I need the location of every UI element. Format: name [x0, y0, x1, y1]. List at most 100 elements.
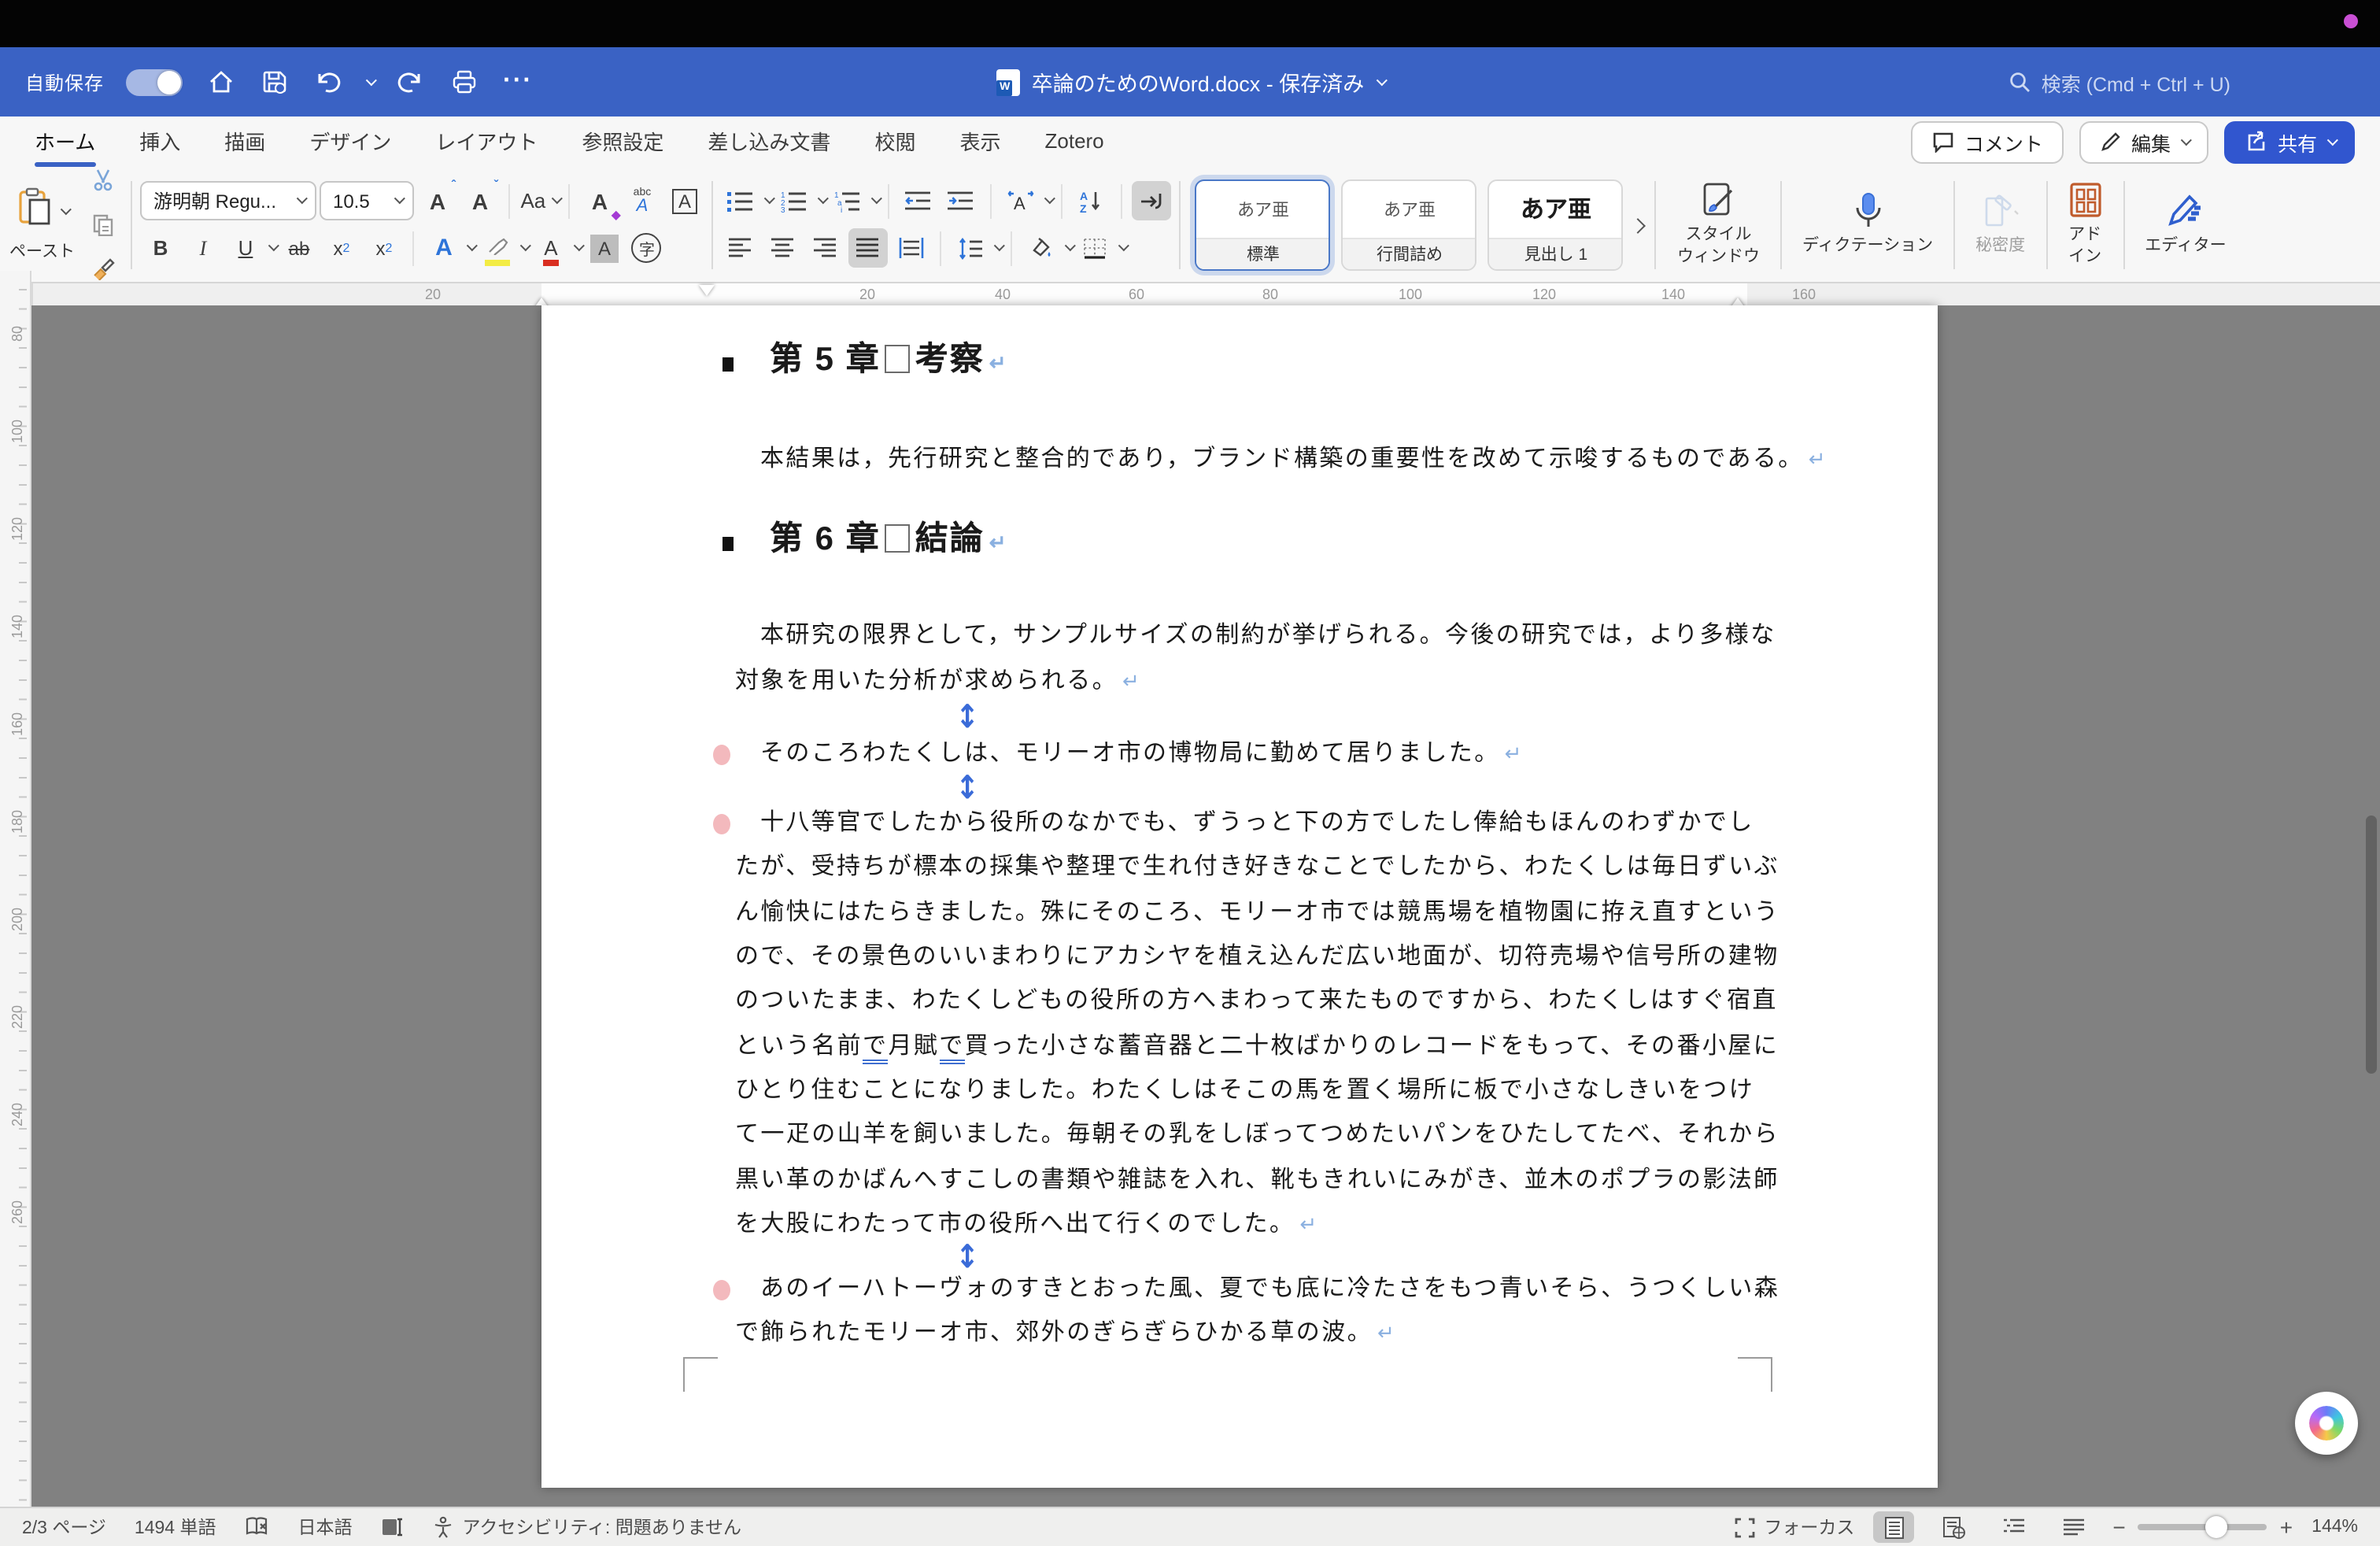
zoom-slider-thumb[interactable]: [2204, 1516, 2227, 1538]
comments-button[interactable]: コメント: [1911, 120, 2064, 163]
share-button[interactable]: 共有: [2224, 120, 2355, 163]
accessibility-status[interactable]: アクセシビリティ: 問題ありません: [432, 1515, 741, 1540]
underline-button[interactable]: U: [226, 228, 265, 268]
undo-icon[interactable]: [312, 66, 343, 98]
text-effects-button[interactable]: A: [424, 228, 464, 268]
strikethrough-button[interactable]: ab: [279, 228, 319, 268]
sort-button[interactable]: AZ: [1073, 181, 1112, 220]
style-window-button[interactable]: スタイルウィンドウ: [1665, 182, 1772, 268]
numbering-chevron-icon[interactable]: [819, 193, 830, 204]
document-page[interactable]: 第 5 章考察↵本結果は，先行研究と整合的であり，ブランド構築の重要性を改めて示…: [541, 305, 1938, 1488]
print-layout-view-button[interactable]: [1873, 1511, 1914, 1543]
text-line[interactable]: ひとり住むことになりました。わたくしはそこの馬を置く場所に板で小さなしきいをつけ: [735, 1069, 1774, 1114]
align-left-button[interactable]: [722, 228, 761, 268]
shading-button[interactable]: [1022, 228, 1062, 268]
zoom-percent[interactable]: 144%: [2312, 1518, 2358, 1537]
paste-chevron-icon[interactable]: [61, 203, 72, 214]
web-layout-view-button[interactable]: [1933, 1511, 1974, 1543]
zoom-in-icon[interactable]: +: [2280, 1515, 2293, 1540]
font-size-select[interactable]: 10.5: [320, 181, 415, 220]
clear-formatting-button[interactable]: A◆: [580, 181, 619, 220]
autosave-toggle[interactable]: [126, 68, 183, 95]
text-line[interactable]: 本研究の限界として，サンプルサイズの制約が挙げられる。今後の研究では，より多様な: [735, 615, 1774, 660]
focus-mode-button[interactable]: フォーカス: [1734, 1515, 1854, 1540]
text-line[interactable]: で飾られたモリーオ市、郊外のぎらぎらひかる草の波。↵: [735, 1312, 1774, 1357]
text-line[interactable]: 十八等官でしたから役所のなかでも、ずうっと下の方でしたし俸給もほんのわずかでし: [735, 801, 1774, 846]
distribute-button[interactable]: [892, 228, 931, 268]
multilevel-chevron-icon[interactable]: [872, 193, 883, 204]
zoom-out-icon[interactable]: −: [2112, 1515, 2125, 1540]
undo-chevron-icon[interactable]: [366, 74, 377, 85]
title-chevron-icon[interactable]: [1376, 74, 1387, 85]
tab-Zotero[interactable]: Zotero: [1026, 119, 1123, 165]
grow-font-button[interactable]: Aˆ: [418, 181, 457, 220]
copy-button[interactable]: [84, 205, 124, 244]
text-effects-chevron-icon[interactable]: [468, 240, 479, 251]
underline-chevron-icon[interactable]: [269, 240, 280, 251]
phonetic-guide-button[interactable]: abcA: [623, 181, 662, 220]
tab-レイアウト[interactable]: レイアウト: [416, 116, 556, 168]
tab-デザイン[interactable]: デザイン: [290, 116, 410, 168]
copilot-button[interactable]: [2295, 1392, 2358, 1455]
text-line[interactable]: ので、その景色のいいまわりにアカシヤを植え込んだ広い地面が、切符売場や信号所の建…: [735, 935, 1774, 980]
style-gallery-more-icon[interactable]: [1630, 210, 1647, 239]
borders-button[interactable]: [1076, 228, 1115, 268]
text-line[interactable]: を大股にわたって市の役所へ出て行くのでした。↵: [735, 1203, 1774, 1248]
home-icon[interactable]: [205, 66, 236, 98]
page-count[interactable]: 2/3 ページ: [22, 1515, 106, 1540]
numbering-button[interactable]: 123: [775, 181, 815, 220]
font-color-button[interactable]: A: [531, 228, 571, 268]
text-line[interactable]: て一疋の山羊を飼いました。毎朝その乳をしぼってつめたいパンをひたしてたべ、それか…: [735, 1114, 1774, 1159]
editor-button[interactable]: エディター: [2132, 192, 2239, 257]
save-icon[interactable]: [258, 66, 290, 98]
shading-chevron-icon[interactable]: [1066, 240, 1077, 251]
line-spacing-chevron-icon[interactable]: [995, 240, 1006, 251]
style-card-見出し 1[interactable]: あア亜見出し 1: [1488, 179, 1624, 270]
justify-button[interactable]: [849, 228, 889, 268]
document-canvas[interactable]: 第 5 章考察↵本結果は，先行研究と整合的であり，ブランド構築の重要性を改めて示…: [0, 305, 2380, 1508]
vertical-scrollbar-thumb[interactable]: [2366, 816, 2377, 1074]
tab-校閲[interactable]: 校閲: [856, 116, 934, 168]
highlight-chevron-icon[interactable]: [521, 240, 532, 251]
text-line[interactable]: たが、受持ちが標本の採集や整理で生れ付き好きなことでしたから、わたくしは毎日ずい…: [735, 846, 1774, 891]
style-card-標準[interactable]: あア亜標準: [1196, 179, 1331, 270]
text-line[interactable]: 対象を用いた分析が求められる。↵: [735, 659, 1774, 704]
bold-button[interactable]: B: [141, 228, 180, 268]
edit-mode-button[interactable]: 編集: [2079, 120, 2208, 163]
change-case-button[interactable]: Aa: [520, 181, 560, 220]
highlight-button[interactable]: [478, 228, 517, 268]
tab-挿入[interactable]: 挿入: [120, 116, 199, 168]
search-field[interactable]: 検索 (Cmd + Ctrl + U): [2009, 67, 2230, 97]
borders-chevron-icon[interactable]: [1119, 240, 1130, 251]
proofing-status[interactable]: [244, 1516, 269, 1538]
decrease-indent-button[interactable]: [900, 181, 939, 220]
increase-indent-button[interactable]: [942, 181, 981, 220]
character-spacing-chevron-icon[interactable]: [1045, 193, 1056, 204]
tab-差し込み文書[interactable]: 差し込み文書: [689, 116, 849, 168]
tab-表示[interactable]: 表示: [941, 116, 1019, 168]
character-spacing-button[interactable]: A: [1002, 181, 1041, 220]
text-line[interactable]: 本結果は，先行研究と整合的であり，ブランド構築の重要性を改めて示唆するものである…: [735, 438, 1774, 483]
word-count[interactable]: 1494 単語: [135, 1515, 216, 1540]
tab-描画[interactable]: 描画: [205, 116, 284, 168]
redo-icon[interactable]: [395, 66, 427, 98]
bullets-chevron-icon[interactable]: [765, 193, 776, 204]
shrink-font-button[interactable]: Aˇ: [460, 181, 500, 220]
text-line[interactable]: そのころわたくしは、モリーオ市の博物局に勤めて居りました。↵: [735, 732, 1774, 777]
cut-button[interactable]: [84, 161, 124, 200]
outline-view-button[interactable]: [1993, 1511, 2034, 1543]
show-formatting-marks-button[interactable]: [1133, 181, 1172, 220]
bullets-button[interactable]: [722, 181, 761, 220]
document-text[interactable]: 第 5 章考察↵本結果は，先行研究と整合的であり，ブランド構築の重要性を改めて示…: [735, 305, 1774, 1357]
text-line[interactable]: あのイーハトーヴォのすきとおった風、夏でも底に冷たさをもつ青いそら、うつくしい森: [735, 1267, 1774, 1312]
text-line[interactable]: のついたまま、わたくしどもの役所の方へまわって来たものですから、わたくしはすぐ宿…: [735, 980, 1774, 1025]
line-spacing-button[interactable]: [952, 228, 991, 268]
tab-参照設定[interactable]: 参照設定: [563, 116, 682, 168]
subscript-button[interactable]: x2: [322, 228, 361, 268]
paste-button[interactable]: [16, 187, 54, 235]
print-icon[interactable]: [449, 66, 480, 98]
superscript-button[interactable]: x2: [364, 228, 404, 268]
language-status[interactable]: 日本語: [298, 1515, 352, 1540]
align-center-button[interactable]: [764, 228, 804, 268]
style-card-行間詰め[interactable]: あア亜行間詰め: [1342, 179, 1477, 270]
